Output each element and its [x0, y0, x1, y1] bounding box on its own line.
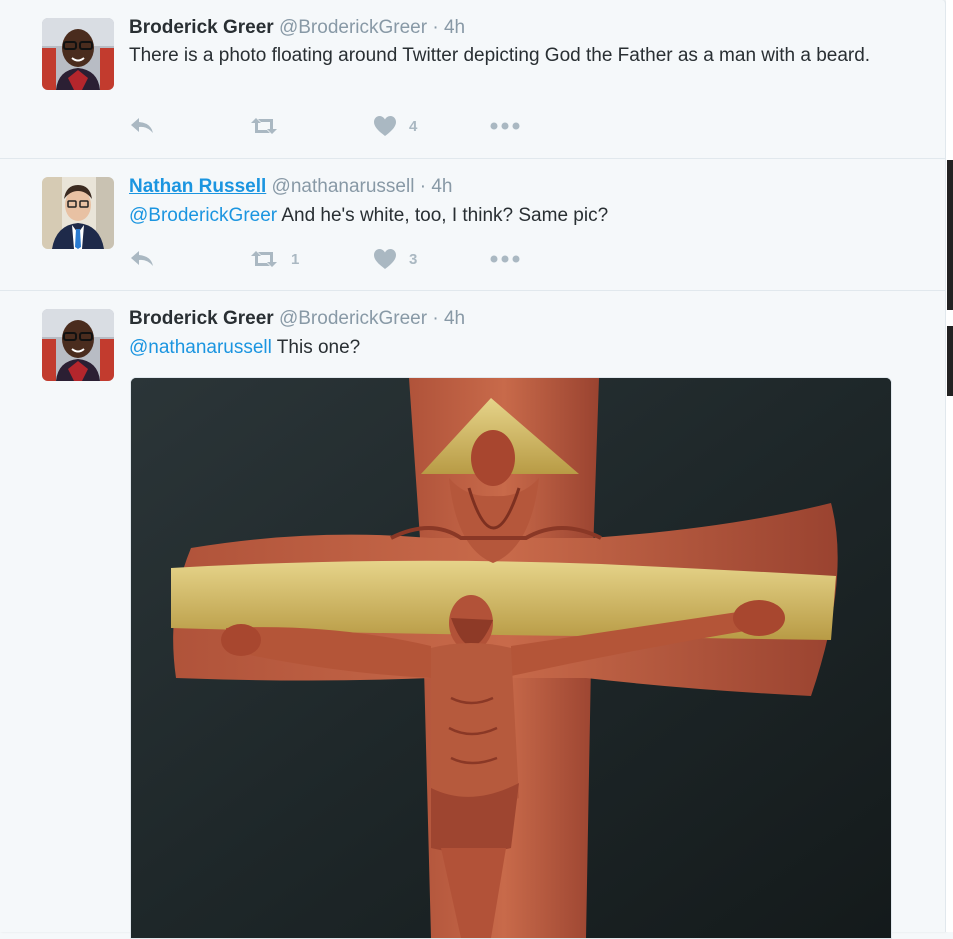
timestamp[interactable]: 4h: [444, 17, 465, 38]
more-button[interactable]: [489, 114, 521, 138]
retweet-button[interactable]: 1: [249, 247, 299, 271]
tweet-header: Broderick Greer @BroderickGreer · 4h: [129, 16, 465, 40]
tweet-header: Broderick Greer @BroderickGreer · 4h: [129, 307, 465, 331]
reply-icon: [129, 116, 155, 136]
retweet-icon: [249, 249, 279, 269]
mention-link[interactable]: @BroderickGreer: [129, 205, 277, 226]
retweet-icon: [249, 116, 279, 136]
more-dots-icon: [489, 121, 521, 131]
tweet-text: There is a photo floating around Twitter…: [129, 45, 871, 66]
tweet-body: This one?: [271, 337, 361, 358]
avatar[interactable]: [42, 18, 114, 90]
tweet[interactable]: Broderick Greer @BroderickGreer · 4h The…: [0, 0, 945, 159]
like-count: 3: [409, 250, 418, 268]
tweet-header: Nathan Russell @nathanarussell · 4h: [129, 175, 452, 199]
reply-button[interactable]: [129, 247, 155, 271]
tweet-body: And he's white, too, I think? Same pic?: [277, 205, 609, 226]
tweet-text: @nathanarussell This one?: [129, 334, 899, 362]
tweet[interactable]: Broderick Greer @BroderickGreer · 4h @na…: [0, 291, 945, 939]
tweet[interactable]: Nathan Russell @nathanarussell · 4h @Bro…: [0, 159, 945, 291]
reply-button[interactable]: [129, 114, 155, 138]
heart-icon: [373, 115, 397, 137]
author-name[interactable]: Broderick Greer: [129, 17, 274, 38]
right-sidebar-edge: [946, 0, 953, 932]
timeline-panel: Broderick Greer @BroderickGreer · 4h The…: [0, 0, 946, 939]
sidebar-image-fragment: [947, 326, 953, 396]
like-button[interactable]: 4: [373, 114, 417, 138]
avatar[interactable]: [42, 309, 114, 381]
author-handle[interactable]: @BroderickGreer: [279, 308, 427, 329]
separator: ·: [432, 17, 439, 38]
avatar[interactable]: [42, 177, 114, 249]
like-button[interactable]: 3: [373, 247, 417, 271]
timestamp[interactable]: 4h: [444, 308, 465, 329]
author-handle[interactable]: @nathanarussell: [272, 176, 415, 197]
retweet-count: 1: [291, 250, 300, 268]
crucifix-image[interactable]: [130, 377, 892, 939]
reply-icon: [129, 249, 155, 269]
more-button[interactable]: [489, 247, 521, 271]
sidebar-image-fragment: [947, 160, 953, 310]
separator: ·: [419, 176, 427, 197]
author-name[interactable]: Nathan Russell: [129, 176, 266, 197]
author-name[interactable]: Broderick Greer: [129, 308, 274, 329]
tweet-actions: 4: [129, 114, 549, 138]
tweet-actions: 1 3: [129, 247, 549, 271]
heart-icon: [373, 248, 397, 270]
retweet-button[interactable]: [249, 114, 279, 138]
separator: ·: [432, 308, 439, 329]
more-dots-icon: [489, 254, 521, 264]
author-handle[interactable]: @BroderickGreer: [279, 17, 427, 38]
like-count: 4: [409, 117, 418, 135]
mention-link[interactable]: @nathanarussell: [129, 337, 272, 358]
tweet-text: @BroderickGreer And he's white, too, I t…: [129, 202, 899, 230]
timestamp[interactable]: 4h: [431, 176, 452, 197]
